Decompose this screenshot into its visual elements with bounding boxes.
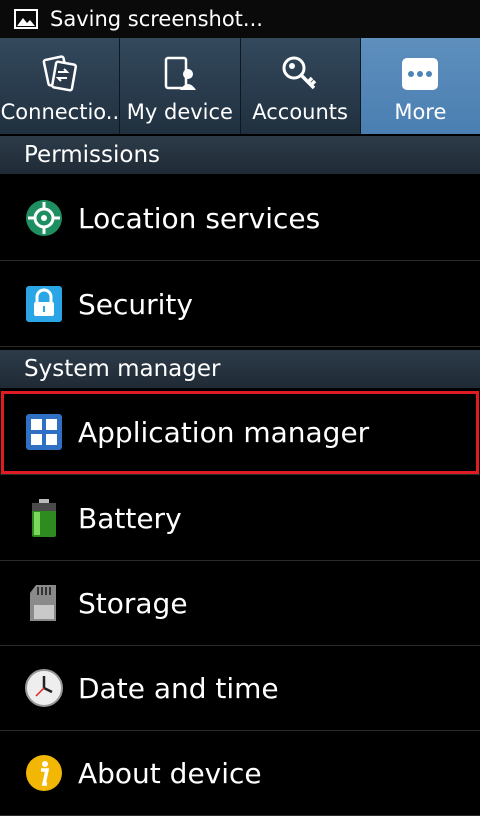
location-icon: [26, 200, 62, 236]
list-item-label: Battery: [78, 501, 182, 535]
my-device-icon: [164, 56, 196, 90]
status-bar: Saving screenshot...: [0, 0, 480, 38]
settings-tabs: Connectio.. My device Accounts More: [0, 38, 480, 134]
info-icon: [26, 755, 62, 791]
app-manager-icon: [26, 414, 62, 450]
list-item-battery[interactable]: Battery: [0, 476, 480, 561]
section-header-system-manager: System manager: [0, 350, 480, 388]
list-item-location-services[interactable]: Location services: [0, 176, 480, 261]
status-text: Saving screenshot...: [50, 7, 263, 31]
list-item-date-and-time[interactable]: Date and time: [0, 646, 480, 731]
tab-connections[interactable]: Connectio..: [0, 38, 121, 134]
tab-more[interactable]: More: [360, 38, 480, 134]
lock-icon: [26, 286, 62, 322]
clock-icon: [25, 669, 63, 707]
accounts-icon: [282, 56, 317, 90]
storage-icon: [30, 585, 56, 621]
tab-my-device[interactable]: My device: [120, 38, 241, 134]
list-item-label: Location services: [78, 201, 321, 235]
tab-accounts[interactable]: Accounts: [240, 38, 361, 134]
section-header-permissions: Permissions: [0, 136, 480, 174]
list-item-label: Security: [78, 287, 193, 321]
connections-icon: [42, 55, 77, 92]
more-icon: [402, 58, 439, 90]
list-item-label: About device: [78, 756, 262, 790]
list-item-security[interactable]: Security: [0, 262, 480, 347]
battery-icon: [32, 499, 56, 537]
tab-label: More: [394, 100, 447, 124]
tab-label: My device: [126, 100, 233, 124]
list-item-storage[interactable]: Storage: [0, 561, 480, 646]
image-icon: [14, 9, 38, 29]
list-item-application-manager[interactable]: Application manager: [0, 390, 480, 475]
list-item-label: Application manager: [78, 415, 370, 449]
list-item-about-device[interactable]: About device: [0, 731, 480, 816]
list-item-label: Date and time: [78, 671, 279, 705]
tab-label: Accounts: [252, 100, 348, 124]
tab-label: Connectio..: [0, 100, 119, 124]
list-item-label: Storage: [78, 586, 188, 620]
